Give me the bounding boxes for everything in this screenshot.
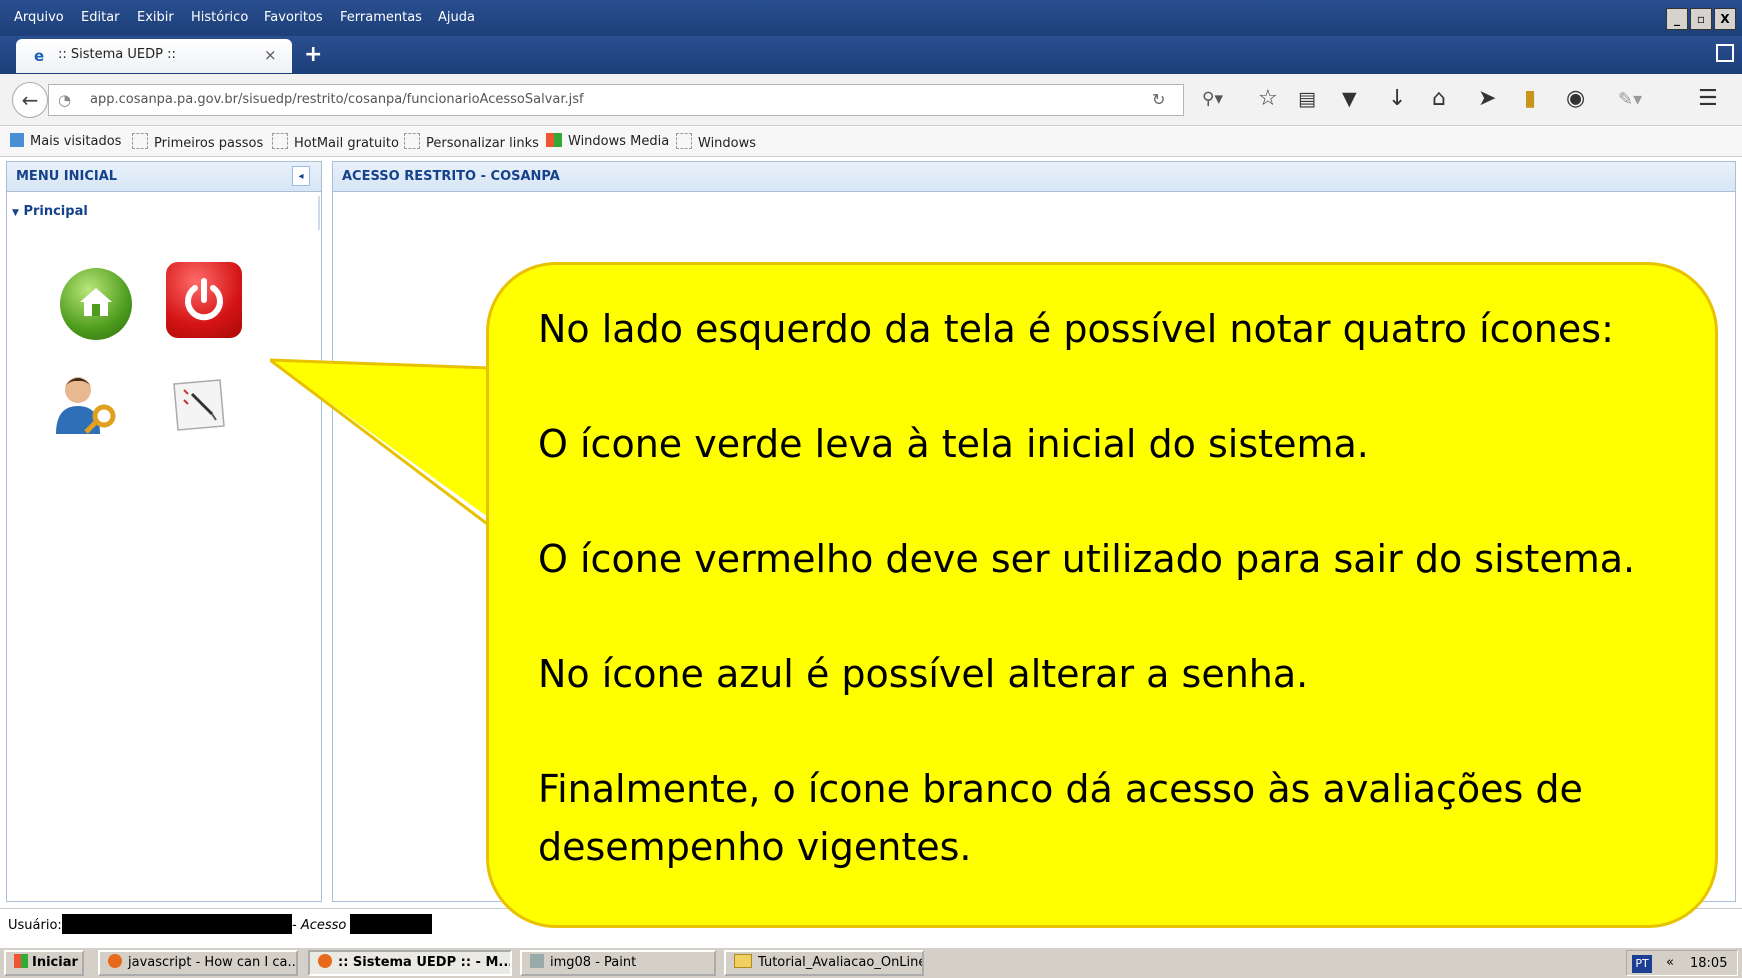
section-label: Principal (23, 204, 88, 219)
tab-title: :: Sistema UEDP :: (58, 47, 176, 62)
back-button[interactable]: ← (12, 82, 48, 118)
callout-line: Finalmente, o ícone branco dá acesso às … (538, 767, 1583, 869)
callout-line: No lado esquerdo da tela é possível nota… (538, 307, 1614, 351)
tray-expand-icon[interactable]: « (1666, 955, 1674, 970)
windows-logo-icon (14, 954, 28, 968)
bookmark-mais-visitados[interactable]: Mais visitados (10, 133, 121, 149)
bookmark-label: Windows (698, 136, 757, 151)
menu-historico[interactable]: Histórico (191, 10, 248, 25)
star-icon[interactable]: ☆ (1258, 86, 1278, 111)
triangle-down-icon: ▼ (12, 208, 19, 218)
bookmark-windows-media[interactable]: Windows Media (546, 133, 669, 149)
start-button[interactable]: Iniciar (4, 950, 84, 976)
menu-arquivo[interactable]: Arquivo (14, 10, 64, 25)
ie-icon: e (34, 47, 45, 65)
callout-line: O ícone vermelho deve ser utilizado para… (538, 537, 1636, 581)
bookmark-windows[interactable]: Windows (676, 133, 756, 151)
reading-list-icon[interactable]: ▤ (1298, 88, 1316, 110)
home-icon[interactable]: ⌂ (1432, 86, 1446, 111)
download-icon[interactable]: ↓ (1388, 86, 1406, 111)
windows-logo-icon (546, 133, 562, 147)
taskbar-item-label: img08 - Paint (550, 955, 637, 970)
home-button[interactable] (60, 268, 132, 340)
url-text[interactable]: app.cosanpa.pa.gov.br/sisuedp/restrito/c… (90, 92, 584, 107)
taskbar-item-javascript[interactable]: javascript - How can I ca... (98, 950, 298, 976)
bookmark-hotmail[interactable]: HotMail gratuito (272, 133, 399, 151)
menu-ajuda[interactable]: Ajuda (438, 10, 475, 25)
bookmark-icon[interactable]: ▮ (1524, 86, 1536, 111)
checklist-icon (173, 379, 225, 431)
folder-icon (404, 133, 420, 149)
firefox-icon (108, 954, 122, 968)
user-value-redacted (62, 914, 292, 934)
folder-icon (272, 133, 288, 149)
taskbar-item-label: javascript - How can I ca... (128, 955, 298, 970)
bookmark-primeiros-passos[interactable]: Primeiros passos (132, 133, 263, 151)
menu-exibir[interactable]: Exibir (137, 10, 174, 25)
reload-icon[interactable]: ↻ (1152, 90, 1165, 109)
menu-panel-title: MENU INICIAL (16, 169, 118, 184)
menu-bar: Arquivo Editar Exibir Histórico Favorito… (0, 0, 1742, 36)
search-icon[interactable]: ⚲▾ (1202, 89, 1223, 109)
new-tab-button[interactable]: + (304, 42, 322, 67)
user-key-icon (56, 377, 116, 434)
folder-icon (132, 133, 148, 149)
taskbar-item-label: Tutorial_Avaliacao_OnLine (758, 955, 924, 970)
callout-line: O ícone verde leva à tela inicial do sis… (538, 422, 1369, 466)
acesso-value-redacted (350, 914, 432, 934)
globe-icon: ◔ (58, 91, 72, 109)
send-icon[interactable]: ➤ (1478, 86, 1496, 111)
taskbar-item-paint[interactable]: img08 - Paint (520, 950, 716, 976)
bookmark-label: Mais visitados (30, 134, 122, 149)
logout-button[interactable] (166, 262, 242, 338)
start-label: Iniciar (32, 955, 78, 970)
bookmark-label: Windows Media (568, 134, 670, 149)
menu-icon[interactable]: ☰ (1698, 86, 1718, 111)
content-panel-title: ACESSO RESTRITO - COSANPA (342, 169, 560, 184)
bookmark-label: Primeiros passos (154, 136, 264, 151)
language-indicator[interactable]: PT (1632, 955, 1652, 973)
callout-pointer (270, 358, 520, 540)
firefox-icon (318, 954, 332, 968)
restore-button[interactable]: ▫ (1690, 8, 1712, 30)
folder-icon (676, 133, 692, 149)
menu-ferramentas[interactable]: Ferramentas (340, 10, 422, 25)
user-label: Usuário: (8, 918, 62, 933)
close-window-button[interactable]: X (1714, 8, 1736, 30)
taskbar-item-label: :: Sistema UEDP :: - M... (338, 955, 512, 970)
clock: 18:05 (1690, 956, 1728, 971)
evaluations-button[interactable] (164, 376, 228, 434)
search-bookmark-icon (10, 133, 24, 147)
callout-line: No ícone azul é possível alterar a senha… (538, 652, 1309, 696)
paint-icon (530, 954, 544, 968)
menu-editar[interactable]: Editar (81, 10, 120, 25)
menu-favoritos[interactable]: Favoritos (264, 10, 323, 25)
bookmark-label: Personalizar links (426, 136, 539, 151)
tab-close-icon[interactable]: × (264, 46, 277, 64)
power-icon (185, 278, 223, 321)
collapse-button[interactable]: ◂ (292, 166, 310, 186)
acesso-label: - Acesso (292, 918, 347, 933)
bookmark-label: HotMail gratuito (294, 136, 399, 151)
minimize-button[interactable]: _ (1666, 8, 1688, 30)
callout-text: No lado esquerdo da tela é possível nota… (538, 300, 1698, 876)
section-principal[interactable]: ▼ Principal (12, 204, 88, 219)
bookmark-personalizar[interactable]: Personalizar links (404, 133, 539, 151)
tab-groups-icon[interactable] (1716, 44, 1734, 62)
taskbar-item-sistema-uedp[interactable]: :: Sistema UEDP :: - M... (308, 950, 512, 976)
divider (318, 196, 320, 230)
chat-icon[interactable]: ◉ (1566, 86, 1585, 111)
change-password-button[interactable] (52, 372, 122, 438)
addon-icon[interactable]: ✎▾ (1618, 89, 1642, 110)
house-icon (80, 288, 112, 316)
folder-icon (734, 954, 752, 968)
pocket-icon[interactable]: ▼ (1342, 88, 1357, 110)
window-controls: _ ▫ X (1666, 8, 1736, 30)
taskbar-item-tutorial[interactable]: Tutorial_Avaliacao_OnLine (724, 950, 924, 976)
